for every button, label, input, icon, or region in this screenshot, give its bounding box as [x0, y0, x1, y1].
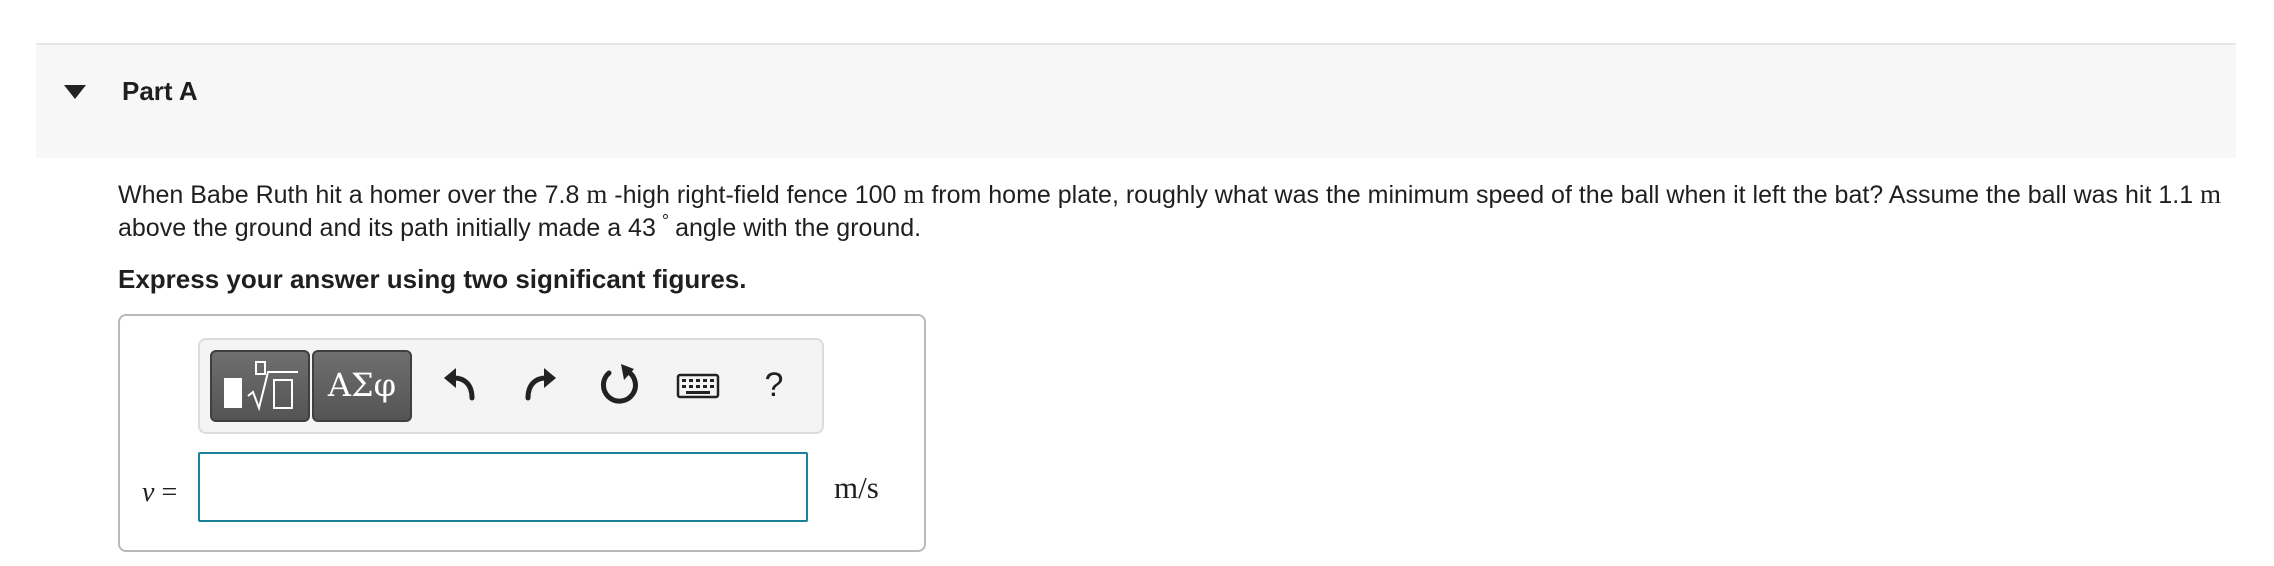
variable-symbol: v [142, 477, 155, 508]
templates-button[interactable] [210, 350, 310, 422]
templates-icon [224, 361, 298, 412]
variable-label: v = [142, 474, 177, 512]
degree-symbol: ° [661, 211, 670, 231]
question-text-5: angle with the ground. [675, 214, 922, 242]
answer-instruction: Express your answer using two significan… [118, 264, 747, 294]
question-text-3: from home plate, roughly what was the mi… [924, 181, 2201, 209]
question-text-1: When Babe Ruth hit a homer over the 7.8 [118, 181, 587, 209]
answer-panel: ΑΣφ ? v = m/s [118, 314, 926, 552]
undo-icon[interactable] [436, 358, 486, 412]
redo-icon[interactable] [514, 358, 564, 412]
unit-meters-3: m [2200, 179, 2222, 209]
collapse-caret-icon[interactable] [64, 85, 86, 99]
reset-icon[interactable] [594, 358, 644, 412]
answer-units: m/s [834, 470, 879, 505]
question-text-2: -high right-field fence 100 [607, 181, 904, 209]
part-title: Part A [122, 76, 198, 106]
unit-meters-1: m [586, 179, 608, 209]
help-icon[interactable]: ? [754, 360, 794, 410]
part-header[interactable]: Part A [36, 45, 2236, 158]
greek-symbols-button[interactable]: ΑΣφ [312, 350, 412, 422]
keyboard-icon[interactable] [670, 358, 726, 412]
question-text: When Babe Ruth hit a homer over the 7.8 … [118, 178, 2228, 247]
question-text-4: above the ground and its path initially … [118, 214, 656, 242]
unit-meters-2: m [903, 179, 925, 209]
answer-input[interactable] [198, 452, 808, 522]
math-toolbar: ΑΣφ ? [198, 338, 824, 434]
equals-sign: = [154, 477, 178, 508]
